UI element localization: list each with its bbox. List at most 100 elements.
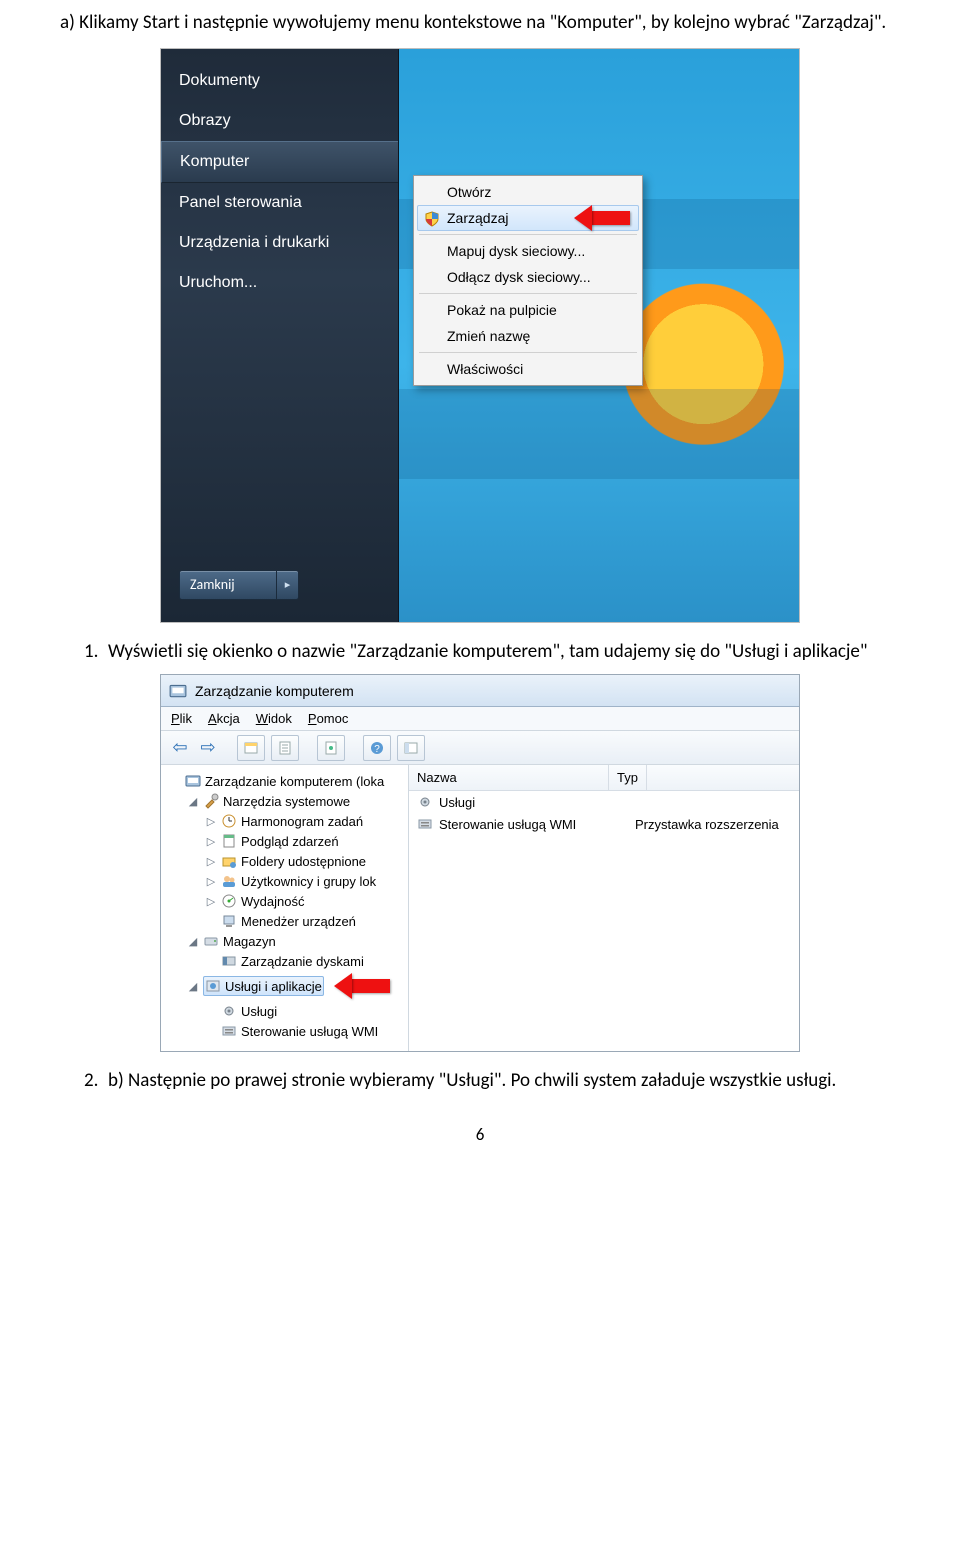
event-icon (221, 833, 237, 849)
start-item-urz-dzenia-i-drukarki[interactable]: Urządzenia i drukarki (161, 223, 398, 263)
start-item-komputer[interactable]: Komputer (161, 141, 398, 183)
disk-icon (221, 953, 237, 969)
step-1-text: Wyświetli się okienko o nazwie "Zarządza… (108, 640, 867, 663)
tree-node-foldery-udostępnione[interactable]: ▷ Foldery udostępnione (165, 851, 404, 871)
back-button[interactable]: ⇦ (169, 735, 191, 761)
context-menu: OtwórzZarządzaj Mapuj dysk sieciowy...Odł… (413, 175, 643, 386)
toolbar-btn-1[interactable] (237, 735, 265, 761)
toolbar-btn-3[interactable] (317, 735, 345, 761)
share-icon (221, 853, 237, 869)
ctx-item-zarządzaj[interactable]: Zarządzaj (417, 205, 639, 231)
menu-widok[interactable]: Widok (256, 711, 292, 726)
gear-icon (221, 1003, 237, 1019)
tree-label: Foldery udostępnione (241, 854, 366, 869)
tree-label: Zarządzanie komputerem (loka (205, 774, 384, 789)
svg-text:?: ? (374, 744, 380, 755)
tree-label: Usługi (241, 1004, 277, 1019)
screenshot-computer-management: Zarządzanie komputerem Plik Akcja Widok Pom… (160, 674, 800, 1052)
tree-node-harmonogram-zadań[interactable]: ▷ Harmonogram zadań (165, 811, 404, 831)
start-item-panel-sterowania[interactable]: Panel sterowania (161, 183, 398, 223)
ctx-item-odłącz-dysk-sieciowy-[interactable]: Odłącz dysk sieciowy... (417, 264, 639, 290)
menu-pomoc[interactable]: Pomoc (308, 711, 348, 726)
tree-node-zarządzanie-komputerem-loka[interactable]: Zarządzanie komputerem (loka (165, 771, 404, 791)
tree-node-usługi[interactable]: Usługi (165, 1001, 404, 1021)
start-item-uruchom-[interactable]: Uruchom... (161, 263, 398, 303)
page-number: 6 (60, 1124, 900, 1145)
tree-label: Zarządzanie dyskami (241, 954, 364, 969)
menu-bar: Plik Akcja Widok Pomoc (161, 707, 799, 731)
start-menu-right-panel: DokumentyObrazyKomputerPanel sterowaniaU… (161, 49, 399, 622)
window-title: Zarządzanie komputerem (195, 683, 354, 699)
instruction-a: a) Klikamy Start i następnie wywołujemy … (60, 10, 900, 36)
start-item-obrazy[interactable]: Obrazy (161, 101, 398, 141)
svc-icon (205, 978, 221, 994)
tree-label: Użytkownicy i grupy lok (241, 874, 376, 889)
step-2: 2.b) Następnie po prawej stronie wybiera… (84, 1068, 900, 1094)
tree-twisty-icon[interactable]: ▷ (205, 855, 217, 868)
tree-node-podgląd-zdarzeń[interactable]: ▷ Podgląd zdarzeń (165, 831, 404, 851)
tree-label: Usługi i aplikacje (225, 979, 322, 994)
step-2-text: b) Następnie po prawej stronie wybieramy… (108, 1069, 836, 1092)
tree-twisty-icon[interactable]: ▷ (205, 875, 217, 888)
shutdown-button[interactable]: Zamknij ▸ (179, 570, 299, 600)
tree-node-menedżer-urządzeń[interactable]: Menedżer urządzeń (165, 911, 404, 931)
column-headers: NazwaTyp (409, 765, 799, 791)
tree-twisty-icon[interactable]: ▷ (205, 815, 217, 828)
tree-label: Menedżer urządzeń (241, 914, 356, 929)
start-item-dokumenty[interactable]: Dokumenty (161, 61, 398, 101)
toolbar-btn-5[interactable] (397, 735, 425, 761)
tree-label: Harmonogram zadań (241, 814, 363, 829)
ctx-item-mapuj-dysk-sieciowy-[interactable]: Mapuj dysk sieciowy... (417, 238, 639, 264)
ctx-item-pokaż-na-pulpicie[interactable]: Pokaż na pulpicie (417, 297, 639, 323)
wmi-icon (221, 1023, 237, 1039)
tools-icon (203, 793, 219, 809)
tree-twisty-icon[interactable]: ◢ (187, 795, 199, 808)
step-1: 1.Wyświetli się okienko o nazwie "Zarząd… (84, 639, 900, 665)
tree-node-narzędzia-systemowe[interactable]: ◢Narzędzia systemowe (165, 791, 404, 811)
tree-node-magazyn[interactable]: ◢ Magazyn (165, 931, 404, 951)
toolbar: ⇦ ⇨ ? (161, 731, 799, 765)
step-1-number: 1. (84, 639, 108, 665)
wmi-icon (417, 816, 433, 832)
red-arrow-icon (574, 205, 630, 231)
tree-twisty-icon[interactable]: ◢ (187, 980, 199, 993)
forward-button[interactable]: ⇨ (197, 735, 219, 761)
tree-node-usługi-i-aplikacje[interactable]: ◢ Usługi i aplikacje (165, 971, 404, 1001)
list-name: Usługi (439, 795, 629, 810)
shutdown-label: Zamknij (190, 576, 235, 593)
menu-akcja[interactable]: Akcja (208, 711, 240, 726)
perf-icon (221, 893, 237, 909)
red-arrow-icon (334, 973, 390, 999)
storage-icon (203, 933, 219, 949)
shutdown-chevron-icon[interactable]: ▸ (276, 571, 298, 599)
tree-label: Podgląd zdarzeń (241, 834, 339, 849)
tree-twisty-icon[interactable]: ▷ (205, 895, 217, 908)
column-nazwa[interactable]: Nazwa (409, 765, 609, 790)
tree-twisty-icon[interactable]: ◢ (187, 935, 199, 948)
clock-icon (221, 813, 237, 829)
menu-plik[interactable]: Plik (171, 711, 192, 726)
list-panel: NazwaTyp Usługi Sterowanie usługą WMI Przy… (409, 765, 799, 1051)
tree-twisty-icon[interactable]: ▷ (205, 835, 217, 848)
ctx-separator (419, 293, 637, 294)
tree-node-zarządzanie-dyskami[interactable]: Zarządzanie dyskami (165, 951, 404, 971)
tree-label: Magazyn (223, 934, 276, 949)
column-typ[interactable]: Typ (609, 765, 647, 790)
ctx-item-otwórz[interactable]: Otwórz (417, 179, 639, 205)
tree-label: Sterowanie usługą WMI (241, 1024, 378, 1039)
list-name: Sterowanie usługą WMI (439, 817, 629, 832)
tree-node-wydajność[interactable]: ▷Wydajność (165, 891, 404, 911)
tree-node-sterowanie-usługą-wmi[interactable]: Sterowanie usługą WMI (165, 1021, 404, 1041)
help-button[interactable]: ? (363, 735, 391, 761)
ctx-item-zmień-nazwę[interactable]: Zmień nazwę (417, 323, 639, 349)
tree-panel: Zarządzanie komputerem (loka ◢Narzędzia s… (161, 765, 409, 1051)
list-item[interactable]: Sterowanie usługą WMI Przystawka rozszerz… (409, 813, 799, 835)
ctx-item-właściwości[interactable]: Właściwości (417, 356, 639, 382)
ctx-separator (419, 352, 637, 353)
step-2-number: 2. (84, 1068, 108, 1094)
list-type: Przystawka rozszerzenia (635, 817, 779, 832)
toolbar-btn-2[interactable] (271, 735, 299, 761)
list-item[interactable]: Usługi (409, 791, 799, 813)
tree-node-użytkownicy-i-grupy-lok[interactable]: ▷ Użytkownicy i grupy lok (165, 871, 404, 891)
uac-shield-icon (424, 211, 440, 227)
